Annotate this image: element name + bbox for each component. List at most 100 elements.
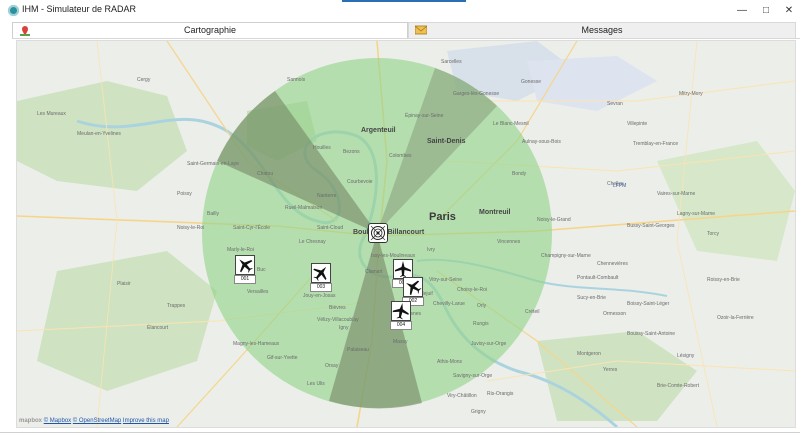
place-label: Noisy-le-Grand xyxy=(537,217,571,223)
radar-icon xyxy=(370,225,386,241)
aircraft-label: 004 xyxy=(390,321,412,330)
place-label: Magny-les-Hameaux xyxy=(233,341,280,347)
place-label: Saint-Cyr-l'École xyxy=(233,225,271,231)
aircraft-label: 001 xyxy=(234,275,256,284)
place-label: Roissy-en-Brie xyxy=(707,277,740,283)
place-label: Saint-Cloud xyxy=(317,225,344,231)
place-label: Palaiseau xyxy=(347,347,369,353)
envelope-icon xyxy=(415,25,427,35)
place-label: Sevran xyxy=(607,101,623,107)
place-label: Champigny-sur-Marne xyxy=(541,253,591,259)
place-label: Colombes xyxy=(389,153,412,159)
place-label: Bailly xyxy=(207,211,219,217)
place-label: Sucy-en-Brie xyxy=(577,295,606,301)
place-label: Sannois xyxy=(287,77,306,83)
tab-cartographie-label: Cartographie xyxy=(183,25,237,35)
place-label: Plaisir xyxy=(117,281,131,287)
place-label: Garges-lès-Gonesse xyxy=(453,91,500,97)
tab-bar: Cartographie Messages xyxy=(12,22,800,39)
place-label: Rueil-Malmaison xyxy=(285,205,323,211)
place-label: Poissy xyxy=(177,191,192,197)
mapbox-copyright-link[interactable]: © Mapbox xyxy=(44,418,71,424)
aircraft-icon-box xyxy=(311,263,331,283)
place-label: Trappes xyxy=(167,303,186,309)
place-label: Buc xyxy=(257,267,266,273)
place-label: Lésigny xyxy=(677,353,695,359)
place-label: Nanterre xyxy=(317,193,337,199)
place-label: Viry-Châtillon xyxy=(447,393,477,399)
map-view[interactable]: Paris Argenteuil Saint-Denis Montreuil B… xyxy=(16,40,796,428)
place-label: Igny xyxy=(339,325,349,331)
aircraft-icon-box xyxy=(235,255,255,275)
place-label: Villepinte xyxy=(627,121,648,127)
airport-label: LFPM xyxy=(613,183,627,189)
place-label: Brie-Comte-Robert xyxy=(657,383,699,389)
tab-messages-label: Messages xyxy=(581,25,623,35)
place-label: Clamart xyxy=(365,269,383,275)
place-label: Les Mureaux xyxy=(37,111,66,117)
maximize-icon: □ xyxy=(762,5,770,16)
place-label: Créteil xyxy=(525,309,540,315)
place-label: Jouy-en-Josas xyxy=(303,293,336,299)
place-label: Mitry-Mory xyxy=(679,91,703,97)
minimize-icon: — xyxy=(737,5,747,16)
place-label: Juvisy-sur-Orge xyxy=(471,341,507,347)
place-label: Vincennes xyxy=(497,239,521,245)
place-label: Marly-le-Roi xyxy=(227,247,254,253)
place-label: Saint-Germain-en-Laye xyxy=(187,161,239,167)
radar-station[interactable] xyxy=(368,223,388,243)
osm-copyright-link[interactable]: © OpenStreetMap xyxy=(73,418,121,424)
place-label: Houilles xyxy=(313,145,331,151)
place-label: Argenteuil xyxy=(361,127,396,134)
place-label: Choisy-le-Roi xyxy=(457,287,488,293)
maximize-button[interactable]: □ xyxy=(755,3,777,19)
place-label: Grigny xyxy=(471,409,486,415)
place-label: Le Blanc-Mesnil xyxy=(493,121,529,127)
place-label: Aulnay-sous-Bois xyxy=(522,139,561,145)
place-label: Boulogne-Billancourt xyxy=(353,229,425,236)
place-label: Torcy xyxy=(707,231,719,237)
tab-messages[interactable]: Messages xyxy=(408,22,796,38)
place-label: Gonesse xyxy=(521,79,542,85)
improve-map-link[interactable]: Improve this map xyxy=(123,418,169,424)
minimize-button[interactable]: — xyxy=(731,3,753,19)
map-pin-icon xyxy=(20,26,30,36)
aircraft-label: 003 xyxy=(310,283,332,292)
place-label: Montreuil xyxy=(479,209,511,216)
place-label: Ivry xyxy=(427,247,436,253)
title-accent-bar xyxy=(342,0,466,2)
place-label: Pontault-Combault xyxy=(577,275,619,281)
place-label: Rungis xyxy=(473,321,489,327)
mapbox-logo[interactable]: mapbox xyxy=(19,418,42,424)
place-label: Montgeron xyxy=(577,351,601,357)
place-label: Saint-Denis xyxy=(427,138,466,145)
bottom-divider xyxy=(0,432,800,433)
place-label: Tremblay-en-France xyxy=(633,141,679,147)
place-label: Chevilly-Larue xyxy=(433,301,465,307)
place-label: Vitry-sur-Seine xyxy=(429,277,462,283)
title-bar: IHM - Simulateur de RADAR — □ ✕ xyxy=(0,0,800,22)
place-label: Chennevières xyxy=(597,261,628,267)
place-label: Le Chesnay xyxy=(299,239,326,245)
place-label-paris: Paris xyxy=(429,211,456,223)
tab-cartographie[interactable]: Cartographie xyxy=(12,22,408,38)
place-label: Lagny-sur-Marne xyxy=(677,211,716,217)
place-label: Bussy-Saint-Georges xyxy=(627,223,675,229)
place-label: Athis-Mons xyxy=(437,359,463,365)
plane-icon xyxy=(313,266,327,282)
place-label: Vaires-sur-Marne xyxy=(657,191,696,197)
app-icon xyxy=(8,5,19,16)
place-label: Chatou xyxy=(257,171,274,177)
place-label: Bièvres xyxy=(329,305,346,311)
place-label: Versailles xyxy=(247,289,269,295)
place-label: Élancourt xyxy=(147,325,169,331)
place-label: Ormesson xyxy=(603,311,627,317)
place-label: Les Ulis xyxy=(307,381,325,387)
close-button[interactable]: ✕ xyxy=(778,3,800,19)
place-label: Gif-sur-Yvette xyxy=(267,355,298,361)
place-label: Yerres xyxy=(603,367,618,373)
place-label: Vélizy-Villacoublay xyxy=(317,317,359,323)
map-attribution: mapbox © Mapbox © OpenStreetMap Improve … xyxy=(19,418,169,424)
close-icon: ✕ xyxy=(784,5,794,16)
place-label: Bondy xyxy=(512,171,527,177)
